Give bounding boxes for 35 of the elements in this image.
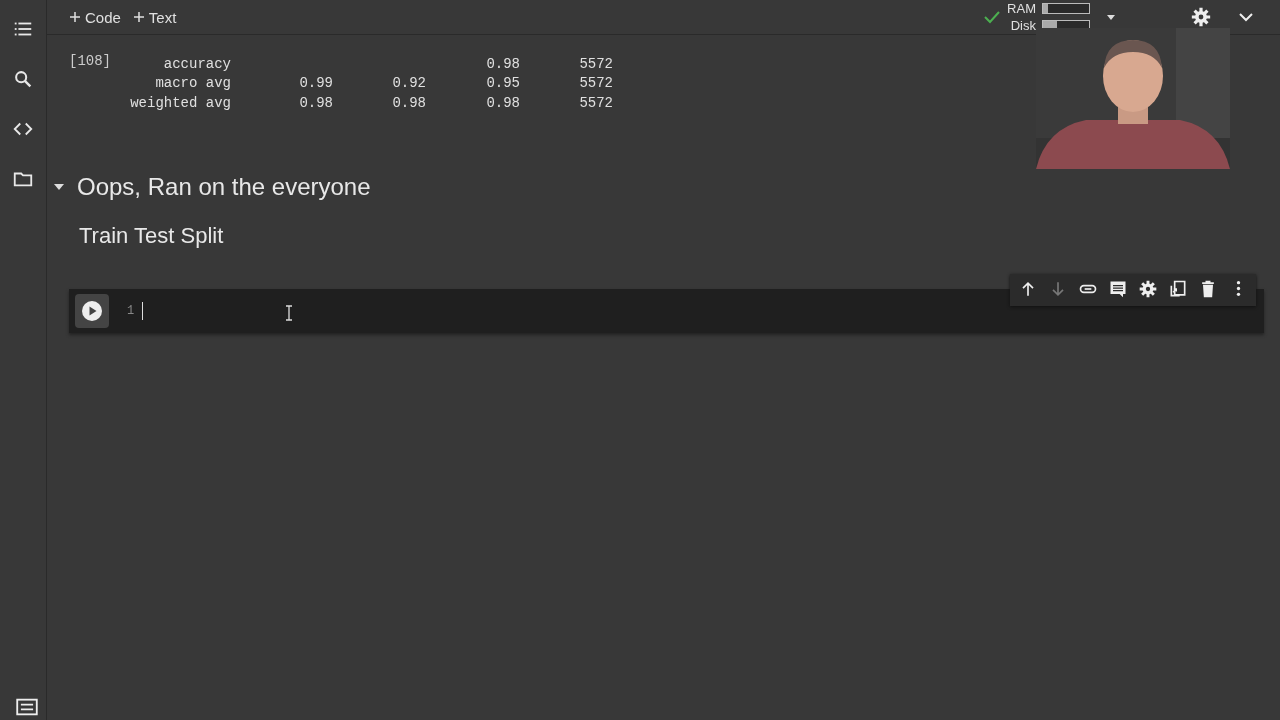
usage-meter	[1042, 3, 1090, 14]
play-icon	[81, 300, 103, 322]
line-number: 1	[127, 304, 135, 318]
add-cell-button[interactable]: Code	[63, 8, 127, 26]
caret-icon[interactable]	[1106, 12, 1116, 22]
settings-icon	[1138, 278, 1158, 299]
run-button[interactable]	[75, 294, 109, 328]
subheading: Train Test Split	[79, 223, 225, 249]
mirror-cell-icon	[1168, 278, 1188, 299]
terminal-icon[interactable]	[16, 696, 38, 718]
output-text: 0.98	[485, 93, 520, 113]
meter-label: RAM	[1007, 1, 1036, 16]
search-icon[interactable]	[12, 68, 34, 90]
section-heading: Oops, Ran on the everyone	[77, 173, 371, 201]
ibeam-cursor-icon	[285, 305, 293, 321]
add-cell-button[interactable]: Text	[126, 8, 183, 26]
output-text: 0.92	[391, 74, 426, 94]
text-cursor	[142, 302, 144, 320]
output-text: 5572	[578, 55, 613, 74]
meter-label: Disk	[1009, 18, 1036, 33]
output-text: macro avg	[154, 74, 231, 94]
output-text: weighted avg	[129, 93, 231, 113]
output-text: 0.99	[298, 74, 333, 94]
code-cell[interactable]: 1	[69, 289, 1264, 333]
output-text: accuracy	[162, 55, 231, 74]
execution-count: [108]	[69, 53, 112, 71]
more-icon	[1235, 280, 1241, 297]
output-text: 0.98	[298, 93, 333, 113]
output-text: 0.98	[485, 55, 520, 74]
plus-icon	[69, 11, 81, 23]
output-text: 5572	[578, 93, 613, 113]
output-text: 5572	[578, 74, 613, 94]
output-text: 0.98	[391, 93, 426, 113]
plus-icon	[132, 11, 145, 23]
output-text: 0.95	[485, 74, 520, 94]
